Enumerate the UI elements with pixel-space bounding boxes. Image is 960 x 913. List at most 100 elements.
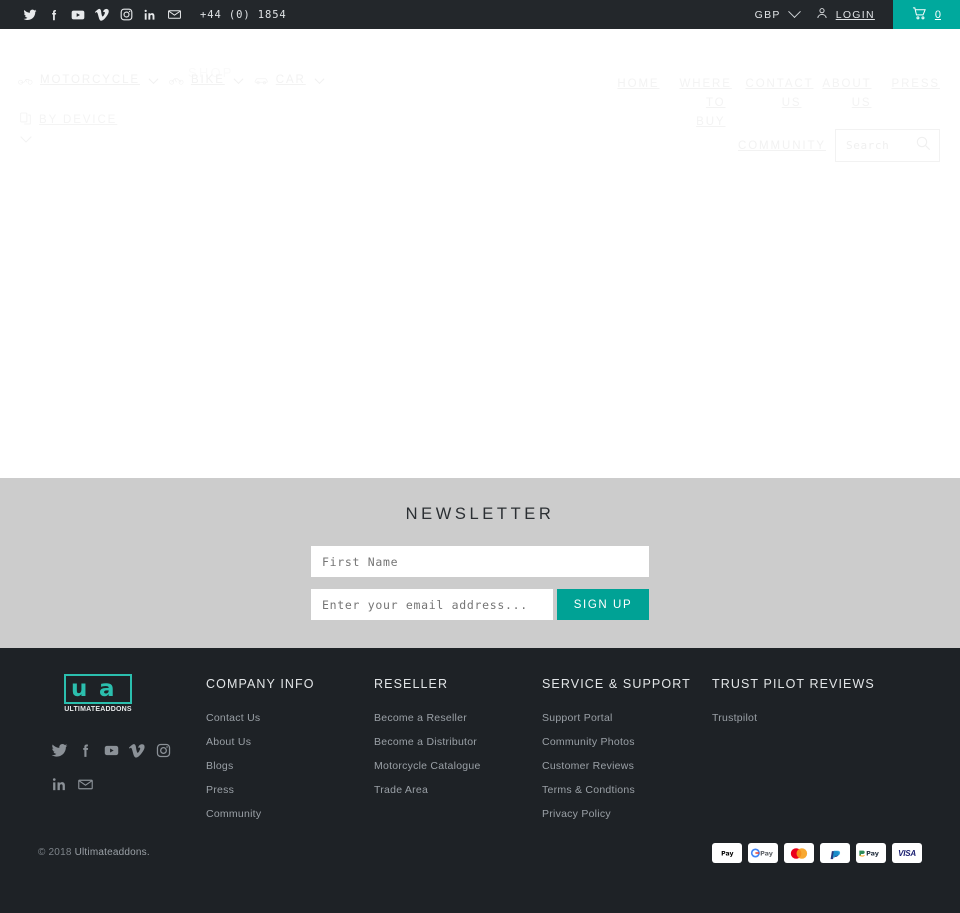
- footer-link-trade-area[interactable]: Trade Area: [374, 784, 542, 796]
- search-placeholder: Search: [846, 139, 890, 152]
- instagram-icon[interactable]: [114, 5, 138, 25]
- nav-item-press[interactable]: PRESS: [872, 75, 941, 94]
- newsletter-section: NEWSLETTER SIGN UP: [0, 478, 960, 648]
- motorcycle-icon: [18, 75, 33, 86]
- nav-item-bike[interactable]: BIKE: [169, 73, 254, 86]
- visa-label: VISA: [898, 848, 916, 858]
- logo-mark-u: u: [71, 676, 88, 702]
- cart-icon: [912, 6, 927, 24]
- facebook-icon[interactable]: [72, 739, 98, 761]
- footer-column-heading: SERVICE & SUPPORT: [542, 677, 691, 691]
- primary-nav: MOTORCYCLE BIKE CAR: [18, 73, 335, 86]
- facebook-icon[interactable]: [42, 5, 66, 25]
- twitter-icon[interactable]: [46, 739, 72, 761]
- newsletter-title: NEWSLETTER: [405, 505, 555, 523]
- footer-link-support-portal[interactable]: Support Portal: [542, 712, 712, 724]
- email-input[interactable]: [311, 589, 553, 620]
- footer-column-trust-pilot: TRUST PILOT REVIEWS Trustpilot: [712, 674, 880, 832]
- instagram-icon[interactable]: [150, 739, 176, 761]
- visa-icon: VISA: [892, 843, 922, 863]
- signup-button[interactable]: SIGN UP: [557, 589, 649, 620]
- currency-label: GBP: [754, 8, 781, 21]
- vimeo-icon[interactable]: [124, 739, 150, 761]
- footer-brand-column: u a ULTIMATEADDONS: [38, 674, 206, 832]
- phone-number[interactable]: +44 (0) 1854: [200, 9, 287, 21]
- nav-item-label: CAR: [275, 74, 306, 86]
- nav-item-motorcycle[interactable]: MOTORCYCLE: [18, 73, 169, 86]
- nav-item-car[interactable]: CAR: [254, 73, 335, 86]
- copyright: © 2018 Ultimateaddons.: [38, 847, 150, 858]
- cart-count: 0: [934, 8, 941, 21]
- linkedin-icon[interactable]: [138, 5, 162, 25]
- chevron-down-icon: [233, 73, 244, 84]
- copyright-brand[interactable]: Ultimateaddons.: [75, 847, 150, 858]
- youtube-icon[interactable]: [98, 739, 124, 761]
- paypal-icon: [820, 843, 850, 863]
- user-icon: [815, 6, 829, 23]
- footer-link-community-photos[interactable]: Community Photos: [542, 736, 712, 748]
- footer-link-press[interactable]: Press: [206, 784, 374, 796]
- footer-link-privacy-policy[interactable]: Privacy Policy: [542, 808, 712, 820]
- email-icon[interactable]: [72, 773, 98, 795]
- top-utility-bar: +44 (0) 1854 GBP LOGIN 0: [0, 0, 960, 29]
- nav-item-label: MOTORCYCLE: [40, 74, 140, 86]
- email-icon[interactable]: [162, 5, 186, 25]
- footer-link-terms-conditions[interactable]: Terms & Condtions: [542, 784, 712, 796]
- footer-link-contact-us[interactable]: Contact Us: [206, 712, 374, 724]
- nav-item-by-device[interactable]: BY DEVICE: [20, 112, 117, 128]
- secondary-nav: HOME WHERE TO BUY CONTACT US ABOUT US PR…: [560, 75, 940, 132]
- footer-link-community[interactable]: Community: [206, 808, 374, 820]
- footer-column-reseller: RESELLER Become a Reseller Become a Dist…: [374, 674, 542, 832]
- footer-column-heading: RESELLER: [374, 677, 449, 691]
- chevron-down-icon[interactable]: [20, 131, 32, 143]
- footer-link-customer-reviews[interactable]: Customer Reviews: [542, 760, 712, 772]
- footer-link-trustpilot[interactable]: Trustpilot: [712, 712, 880, 724]
- first-name-input[interactable]: [311, 546, 649, 577]
- footer-column-heading: TRUST PILOT REVIEWS: [712, 677, 875, 691]
- nav-item-home[interactable]: HOME: [597, 75, 659, 94]
- linkedin-icon[interactable]: [46, 773, 72, 795]
- chevron-down-icon: [314, 73, 325, 84]
- google-pay-icon: Pay: [748, 843, 778, 863]
- chevron-down-icon: [787, 5, 801, 19]
- copyright-prefix: © 2018: [38, 847, 75, 858]
- svg-text:Pay: Pay: [866, 850, 880, 858]
- svg-text:Pay: Pay: [721, 851, 733, 858]
- logo-wordmark: ULTIMATEADDONS: [64, 706, 132, 713]
- site-header: SHOP MOTORCYCLE BIKE CAR BY DEVICE HOME …: [0, 29, 960, 478]
- footer-column-heading: COMPANY INFO: [206, 677, 315, 691]
- footer-link-blogs[interactable]: Blogs: [206, 760, 374, 772]
- nav-item-label: BY DEVICE: [39, 114, 118, 126]
- apple-pay-icon: Pay: [712, 843, 742, 863]
- footer-link-become-a-distributor[interactable]: Become a Distributor: [374, 736, 542, 748]
- nav-item-community[interactable]: COMMUNITY: [738, 140, 826, 152]
- mastercard-icon: [784, 843, 814, 863]
- twitter-icon[interactable]: [18, 5, 42, 25]
- footer-link-about-us[interactable]: About Us: [206, 736, 374, 748]
- cart-button[interactable]: 0: [892, 0, 960, 29]
- car-icon: [254, 75, 269, 86]
- logo-mark-a: a: [99, 676, 115, 702]
- footer-columns: u a ULTIMATEADDONS COMPANY INFO Contact …: [0, 674, 960, 832]
- vimeo-icon[interactable]: [90, 5, 114, 25]
- payment-methods: Pay Pay Pay VISA: [712, 843, 922, 863]
- bicycle-icon: [169, 75, 184, 86]
- footer-link-motorcycle-catalogue[interactable]: Motorcycle Catalogue: [374, 760, 542, 772]
- top-bar-right: GBP LOGIN 0: [739, 0, 960, 29]
- header-search-row: COMMUNITY Search: [738, 129, 940, 162]
- newsletter-email-row: SIGN UP: [311, 589, 649, 620]
- footer-social-links: [46, 739, 186, 795]
- youtube-icon[interactable]: [66, 5, 90, 25]
- logo[interactable]: u a: [64, 674, 132, 704]
- nav-item-where-to-buy[interactable]: WHERE TO BUY: [660, 75, 730, 132]
- currency-selector[interactable]: GBP: [739, 0, 815, 29]
- nav-item-about-us[interactable]: ABOUT US: [802, 75, 872, 113]
- footer-link-become-a-reseller[interactable]: Become a Reseller: [374, 712, 542, 724]
- amazon-pay-icon: Pay: [856, 843, 886, 863]
- login-link[interactable]: LOGIN: [815, 0, 893, 29]
- search-input[interactable]: Search: [835, 129, 940, 162]
- nav-item-contact-us[interactable]: CONTACT US: [726, 75, 812, 113]
- svg-text:Pay: Pay: [760, 850, 774, 858]
- site-footer: u a ULTIMATEADDONS COMPANY INFO Contact …: [0, 648, 960, 913]
- search-icon[interactable]: [915, 135, 931, 156]
